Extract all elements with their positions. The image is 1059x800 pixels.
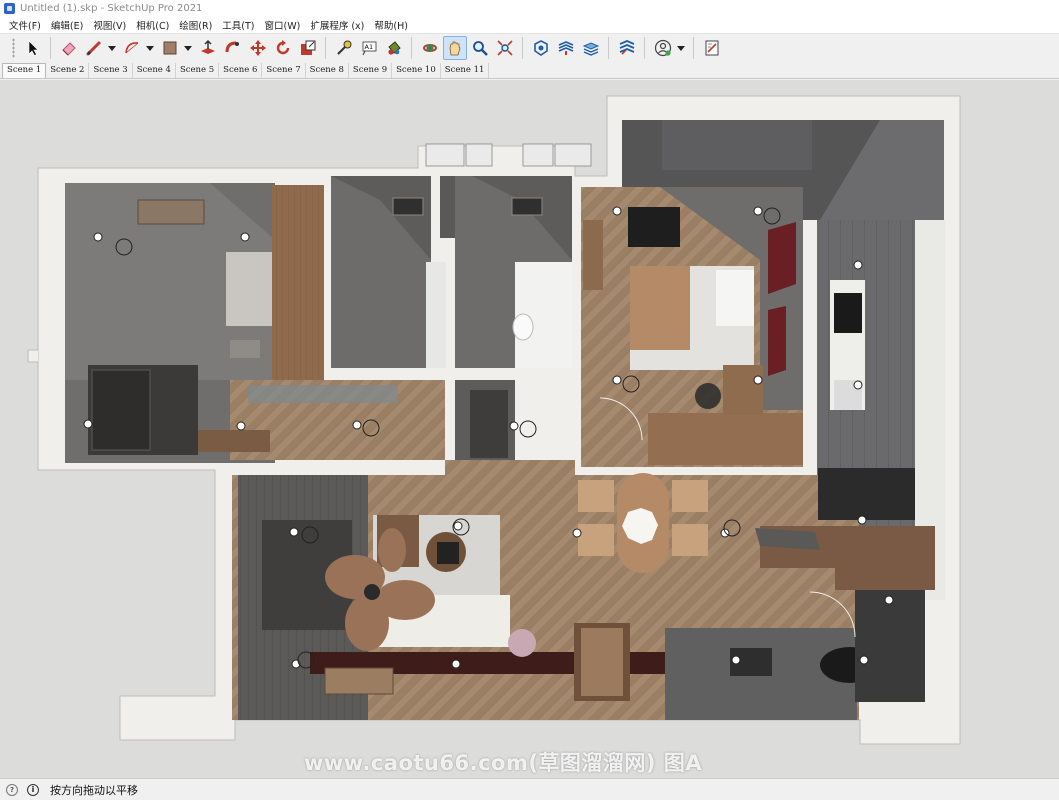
follow-me-tool-button[interactable] <box>221 36 245 60</box>
paint-bucket-tool-button[interactable] <box>382 36 406 60</box>
rectangle-tool-button[interactable] <box>158 36 182 60</box>
svg-text:A1: A1 <box>365 43 374 51</box>
extension-manager-button[interactable] <box>615 36 639 60</box>
title-bar: Untitled (1).skp - SketchUp Pro 2021 <box>0 0 1059 17</box>
menu-camera[interactable]: 相机(C) <box>131 18 174 32</box>
zoom-icon <box>473 41 488 56</box>
eraser-icon <box>62 42 76 56</box>
toolbar-separator <box>693 37 694 59</box>
tape-measure-icon <box>337 40 352 55</box>
sketchup-window: Untitled (1).skp - SketchUp Pro 2021 文件(… <box>0 0 1059 800</box>
toolbar-separator <box>644 37 645 59</box>
menu-draw[interactable]: 绘图(R) <box>174 18 217 32</box>
orbit-tool-button[interactable] <box>418 36 442 60</box>
scene-tab-3[interactable]: Scene 3 <box>89 63 133 78</box>
scene-tab-10[interactable]: Scene 10 <box>392 63 441 78</box>
info-icon[interactable]: i <box>27 783 39 796</box>
orbit-icon <box>423 44 437 52</box>
paint-bucket-icon <box>388 41 401 55</box>
toolbar-separator <box>522 37 523 59</box>
line-icon <box>86 41 101 56</box>
arc-icon <box>125 42 139 54</box>
3d-warehouse-icon <box>534 40 548 56</box>
menu-window[interactable]: 窗口(W) <box>260 18 306 32</box>
notes-button[interactable] <box>700 36 724 60</box>
move-tool-button[interactable] <box>246 36 270 60</box>
menu-help[interactable]: 帮助(H) <box>369 18 413 32</box>
scene-tab-7[interactable]: Scene 7 <box>262 63 306 78</box>
pan-icon <box>449 41 461 56</box>
scene-tab-2[interactable]: Scene 2 <box>46 63 90 78</box>
text-tool-button[interactable]: A1 <box>357 36 381 60</box>
modeling-viewport[interactable]: www.caotu66.com(草图溜溜网) 图A <box>0 80 1059 778</box>
floor-plan-model <box>27 95 961 745</box>
zoom-extents-tool-button[interactable] <box>493 36 517 60</box>
layout-button[interactable] <box>579 36 603 60</box>
move-icon <box>250 40 266 56</box>
extension-manager-icon <box>619 40 635 55</box>
zoom-tool-button[interactable] <box>468 36 492 60</box>
rotate-icon <box>276 40 290 55</box>
toolbar-separator <box>50 37 51 59</box>
menu-tools[interactable]: 工具(T) <box>217 18 259 32</box>
profile-button[interactable] <box>651 36 675 60</box>
scene-tab-5[interactable]: Scene 5 <box>176 63 220 78</box>
scene-tab-bar: Scene 1 Scene 2 Scene 3 Scene 4 Scene 5 … <box>0 62 1059 79</box>
toolbar-separator <box>411 37 412 59</box>
zoom-extents-icon <box>497 40 513 56</box>
scene-tab-11[interactable]: Scene 11 <box>441 63 490 78</box>
geo-location-icon[interactable]: ? <box>6 783 18 796</box>
scale-icon <box>301 40 316 55</box>
scene-tab-8[interactable]: Scene 8 <box>306 63 349 78</box>
rotate-tool-button[interactable] <box>271 36 295 60</box>
notes-icon <box>705 40 719 56</box>
tape-measure-tool-button[interactable] <box>332 36 356 60</box>
menu-edit[interactable]: 编辑(E) <box>46 18 88 32</box>
select-icon <box>28 40 39 56</box>
push-pull-icon <box>201 39 215 54</box>
window-title: Untitled (1).skp - SketchUp Pro 2021 <box>20 3 203 14</box>
profile-icon <box>654 39 672 57</box>
select-tool-button[interactable] <box>21 36 45 60</box>
menu-file[interactable]: 文件(F) <box>4 18 46 32</box>
sketchup-app-icon <box>4 3 15 14</box>
pan-tool-button[interactable] <box>443 36 467 60</box>
rectangle-tool-dropdown[interactable] <box>183 36 192 60</box>
toolbar-grip[interactable] <box>12 38 15 58</box>
toolbar-separator <box>608 37 609 59</box>
layout-icon <box>582 42 600 56</box>
extension-warehouse-icon <box>558 41 574 55</box>
status-bar: ? i 按方向拖动以平移 <box>0 778 1059 800</box>
scale-tool-button[interactable] <box>296 36 320 60</box>
status-message: 按方向拖动以平移 <box>50 783 138 797</box>
scene-tab-9[interactable]: Scene 9 <box>349 63 393 78</box>
profile-dropdown[interactable] <box>676 36 685 60</box>
eraser-tool-button[interactable] <box>57 36 81 60</box>
main-toolbar: A1 <box>0 33 1059 62</box>
menu-bar: 文件(F) 编辑(E) 视图(V) 相机(C) 绘图(R) 工具(T) 窗口(W… <box>0 17 1059 33</box>
text-icon: A1 <box>362 41 377 56</box>
rectangle-icon <box>163 41 177 55</box>
menu-extensions[interactable]: 扩展程序 (x) <box>305 18 369 32</box>
follow-me-icon <box>225 41 239 53</box>
3d-warehouse-button[interactable] <box>529 36 553 60</box>
push-pull-tool-button[interactable] <box>196 36 220 60</box>
site-watermark: www.caotu66.com(草图溜溜网) 图A <box>304 751 703 775</box>
scene-tab-6[interactable]: Scene 6 <box>219 63 263 78</box>
toolbar-separator <box>325 37 326 59</box>
arc-tool-button[interactable] <box>120 36 144 60</box>
master-bedroom <box>581 187 803 467</box>
menu-view[interactable]: 视图(V) <box>88 18 131 32</box>
scene-tab-4[interactable]: Scene 4 <box>133 63 176 78</box>
extension-warehouse-button[interactable] <box>554 36 578 60</box>
arc-tool-dropdown[interactable] <box>145 36 154 60</box>
line-tool-button[interactable] <box>82 36 106 60</box>
scene-tab-1[interactable]: Scene 1 <box>2 63 47 78</box>
line-tool-dropdown[interactable] <box>107 36 116 60</box>
